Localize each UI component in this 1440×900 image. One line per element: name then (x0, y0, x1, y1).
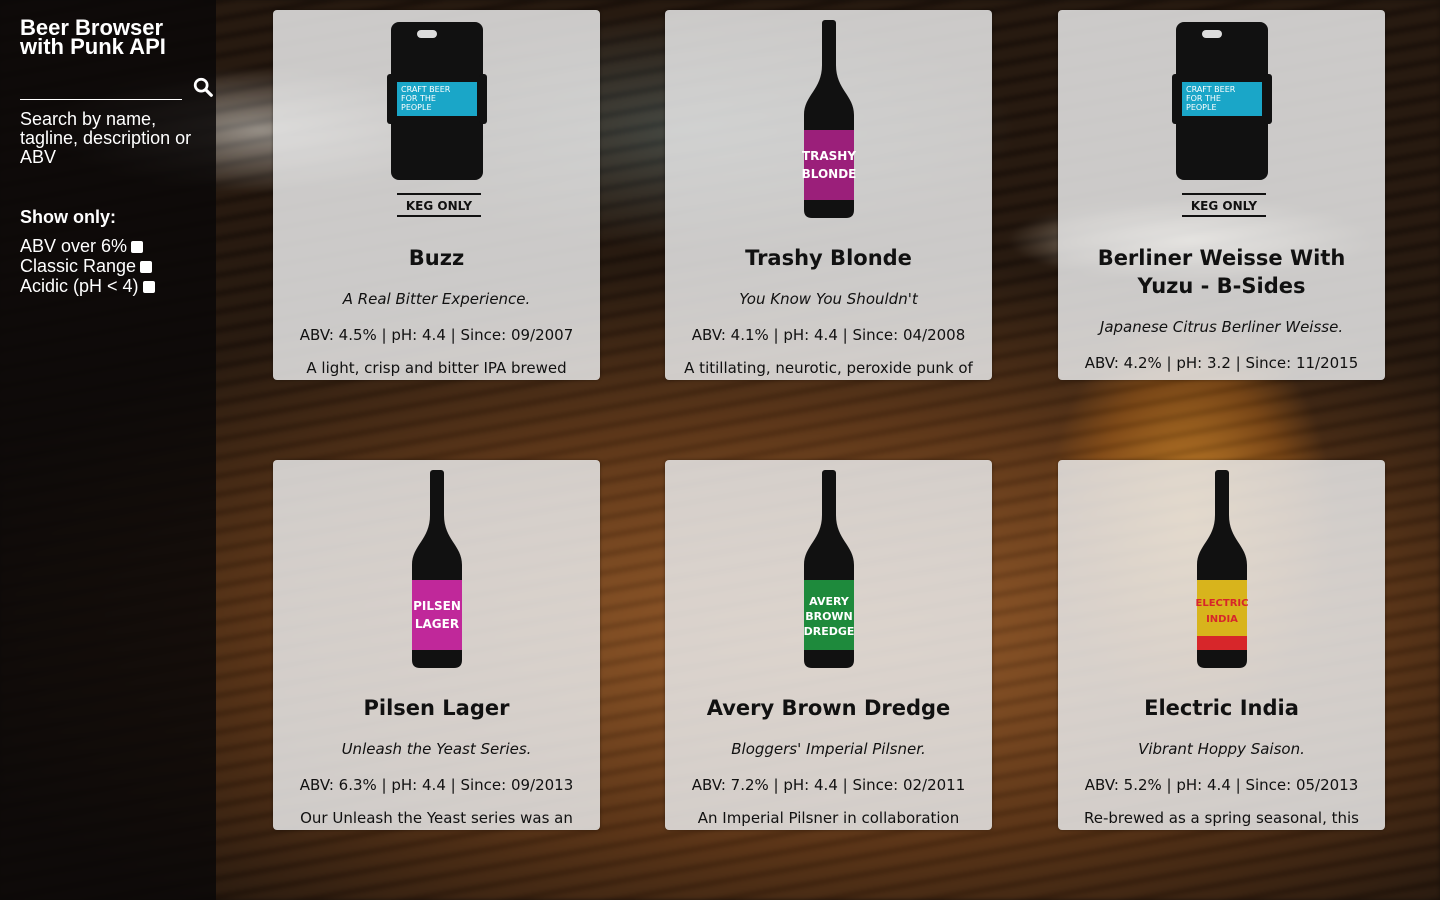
beer-description: A light, crisp and bitter IPA brewed wit… (306, 359, 567, 380)
beer-description: Re-brewed as a spring seasonal, this bee… (1084, 809, 1359, 830)
beer-card[interactable]: ELECTRIC INDIA Electric India Vibrant Ho… (1058, 460, 1385, 830)
beer-stats: ABV: 4.2% | pH: 3.2 | Since: 11/2015 (1084, 354, 1359, 372)
beer-tagline: A Real Bitter Experience. (342, 290, 531, 308)
bottle-image: AVERY BROWN DREDGE (803, 470, 854, 668)
label-line: PILSEN (413, 599, 461, 613)
beer-card[interactable]: TRASHY BLONDE Trashy Blonde You Know You… (665, 10, 992, 380)
filter-checkbox[interactable] (142, 280, 155, 293)
search-input[interactable] (20, 70, 182, 100)
filter-checkbox[interactable] (140, 260, 153, 273)
beer-image: TRASHY BLONDE (665, 10, 992, 220)
beer-description: An Imperial Pilsner in collaboration wit… (697, 809, 960, 830)
filter-classic-range[interactable]: Classic Range (20, 256, 196, 276)
beer-tagline: You Know You Shouldn't (739, 290, 918, 308)
beer-description: A titillating, neurotic, peroxide punk o… (684, 359, 973, 380)
beer-image: AVERY BROWN DREDGE (665, 460, 992, 670)
beer-name: Berliner Weisse With Yuzu - B-Sides (1097, 246, 1346, 298)
beer-image: PILSEN LAGER (273, 460, 600, 670)
label-line: TRASHY (801, 149, 855, 163)
beer-description: Our Unleash the Yeast series was an epic (300, 809, 573, 830)
label-line: AVERY (809, 595, 850, 608)
sidebar: Beer Browser with Punk API Search by nam… (0, 0, 216, 900)
filter-label: Acidic (pH < 4) (20, 276, 139, 296)
beer-card[interactable]: CRAFT BEER FOR THE PEOPLE KEG ONLY Berli… (1058, 10, 1385, 380)
beer-image: ELECTRIC INDIA (1058, 460, 1385, 670)
filter-abv-over-6[interactable]: ABV over 6% (20, 236, 196, 256)
label-line: PEOPLE (401, 103, 432, 112)
label-line: DREDGE (803, 625, 854, 638)
filters-title: Show only: (20, 207, 116, 227)
beer-stats: ABV: 6.3% | pH: 4.4 | Since: 09/2013 (299, 776, 574, 794)
label-line: FOR THE (1186, 94, 1221, 103)
label-line: PEOPLE (1186, 103, 1217, 112)
keg-label: KEG ONLY (405, 199, 472, 213)
beer-tagline: Vibrant Hoppy Saison. (1138, 740, 1305, 758)
beer-name: Buzz (408, 246, 465, 270)
beer-card[interactable]: CRAFT BEER FOR THE PEOPLE KEG ONLY Buzz … (273, 10, 600, 380)
beer-name: Trashy Blonde (745, 246, 912, 270)
label-line: BROWN (805, 610, 853, 623)
beer-stats: ABV: 4.5% | pH: 4.4 | Since: 09/2007 (299, 326, 574, 344)
bottle-image: PILSEN LAGER (411, 470, 462, 668)
app-title: Beer Browser with Punk API (20, 15, 166, 59)
beer-tagline: Japanese Citrus Berliner Weisse. (1099, 318, 1344, 336)
beer-tagline: Bloggers' Imperial Pilsner. (731, 740, 926, 758)
beer-stats: ABV: 5.2% | pH: 4.4 | Since: 05/2013 (1084, 776, 1359, 794)
filter-label: Classic Range (20, 256, 137, 276)
beer-name: Avery Brown Dredge (706, 696, 951, 720)
search-icon[interactable] (192, 76, 214, 98)
label-line: INDIA (1206, 614, 1238, 625)
keg-label: KEG ONLY (1190, 199, 1257, 213)
keg-image: CRAFT BEER FOR THE PEOPLE KEG ONLY (386, 22, 487, 217)
label-line: CRAFT BEER (401, 85, 451, 94)
beer-name: Pilsen Lager (363, 696, 510, 720)
beer-tagline: Unleash the Yeast Series. (341, 740, 532, 758)
beer-image: CRAFT BEER FOR THE PEOPLE KEG ONLY (1058, 10, 1385, 220)
bottle-image: ELECTRIC INDIA (1195, 470, 1248, 668)
filter-acidic[interactable]: Acidic (pH < 4) (20, 276, 196, 296)
label-line: ELECTRIC (1195, 598, 1248, 609)
bottle-image: TRASHY BLONDE (801, 20, 856, 218)
keg-image: CRAFT BEER FOR THE PEOPLE KEG ONLY (1171, 22, 1272, 217)
beer-name: Electric India (1144, 696, 1299, 720)
beer-stats: ABV: 7.2% | pH: 4.4 | Since: 02/2011 (691, 776, 966, 794)
label-line: BLONDE (801, 167, 856, 181)
filter-checkbox[interactable] (131, 240, 144, 253)
label-line: CRAFT BEER (1186, 85, 1236, 94)
search-bar (20, 70, 213, 100)
beer-stats: ABV: 4.1% | pH: 4.4 | Since: 04/2008 (691, 326, 966, 344)
beer-card[interactable]: PILSEN LAGER Pilsen Lager Unleash the Ye… (273, 460, 600, 830)
search-hint: Search by name, tagline, description or … (20, 109, 192, 167)
label-line: FOR THE (401, 94, 436, 103)
beer-image: CRAFT BEER FOR THE PEOPLE KEG ONLY (273, 10, 600, 220)
label-line: LAGER (414, 617, 458, 631)
filter-label: ABV over 6% (20, 236, 128, 256)
beer-card[interactable]: AVERY BROWN DREDGE Avery Brown Dredge Bl… (665, 460, 992, 830)
